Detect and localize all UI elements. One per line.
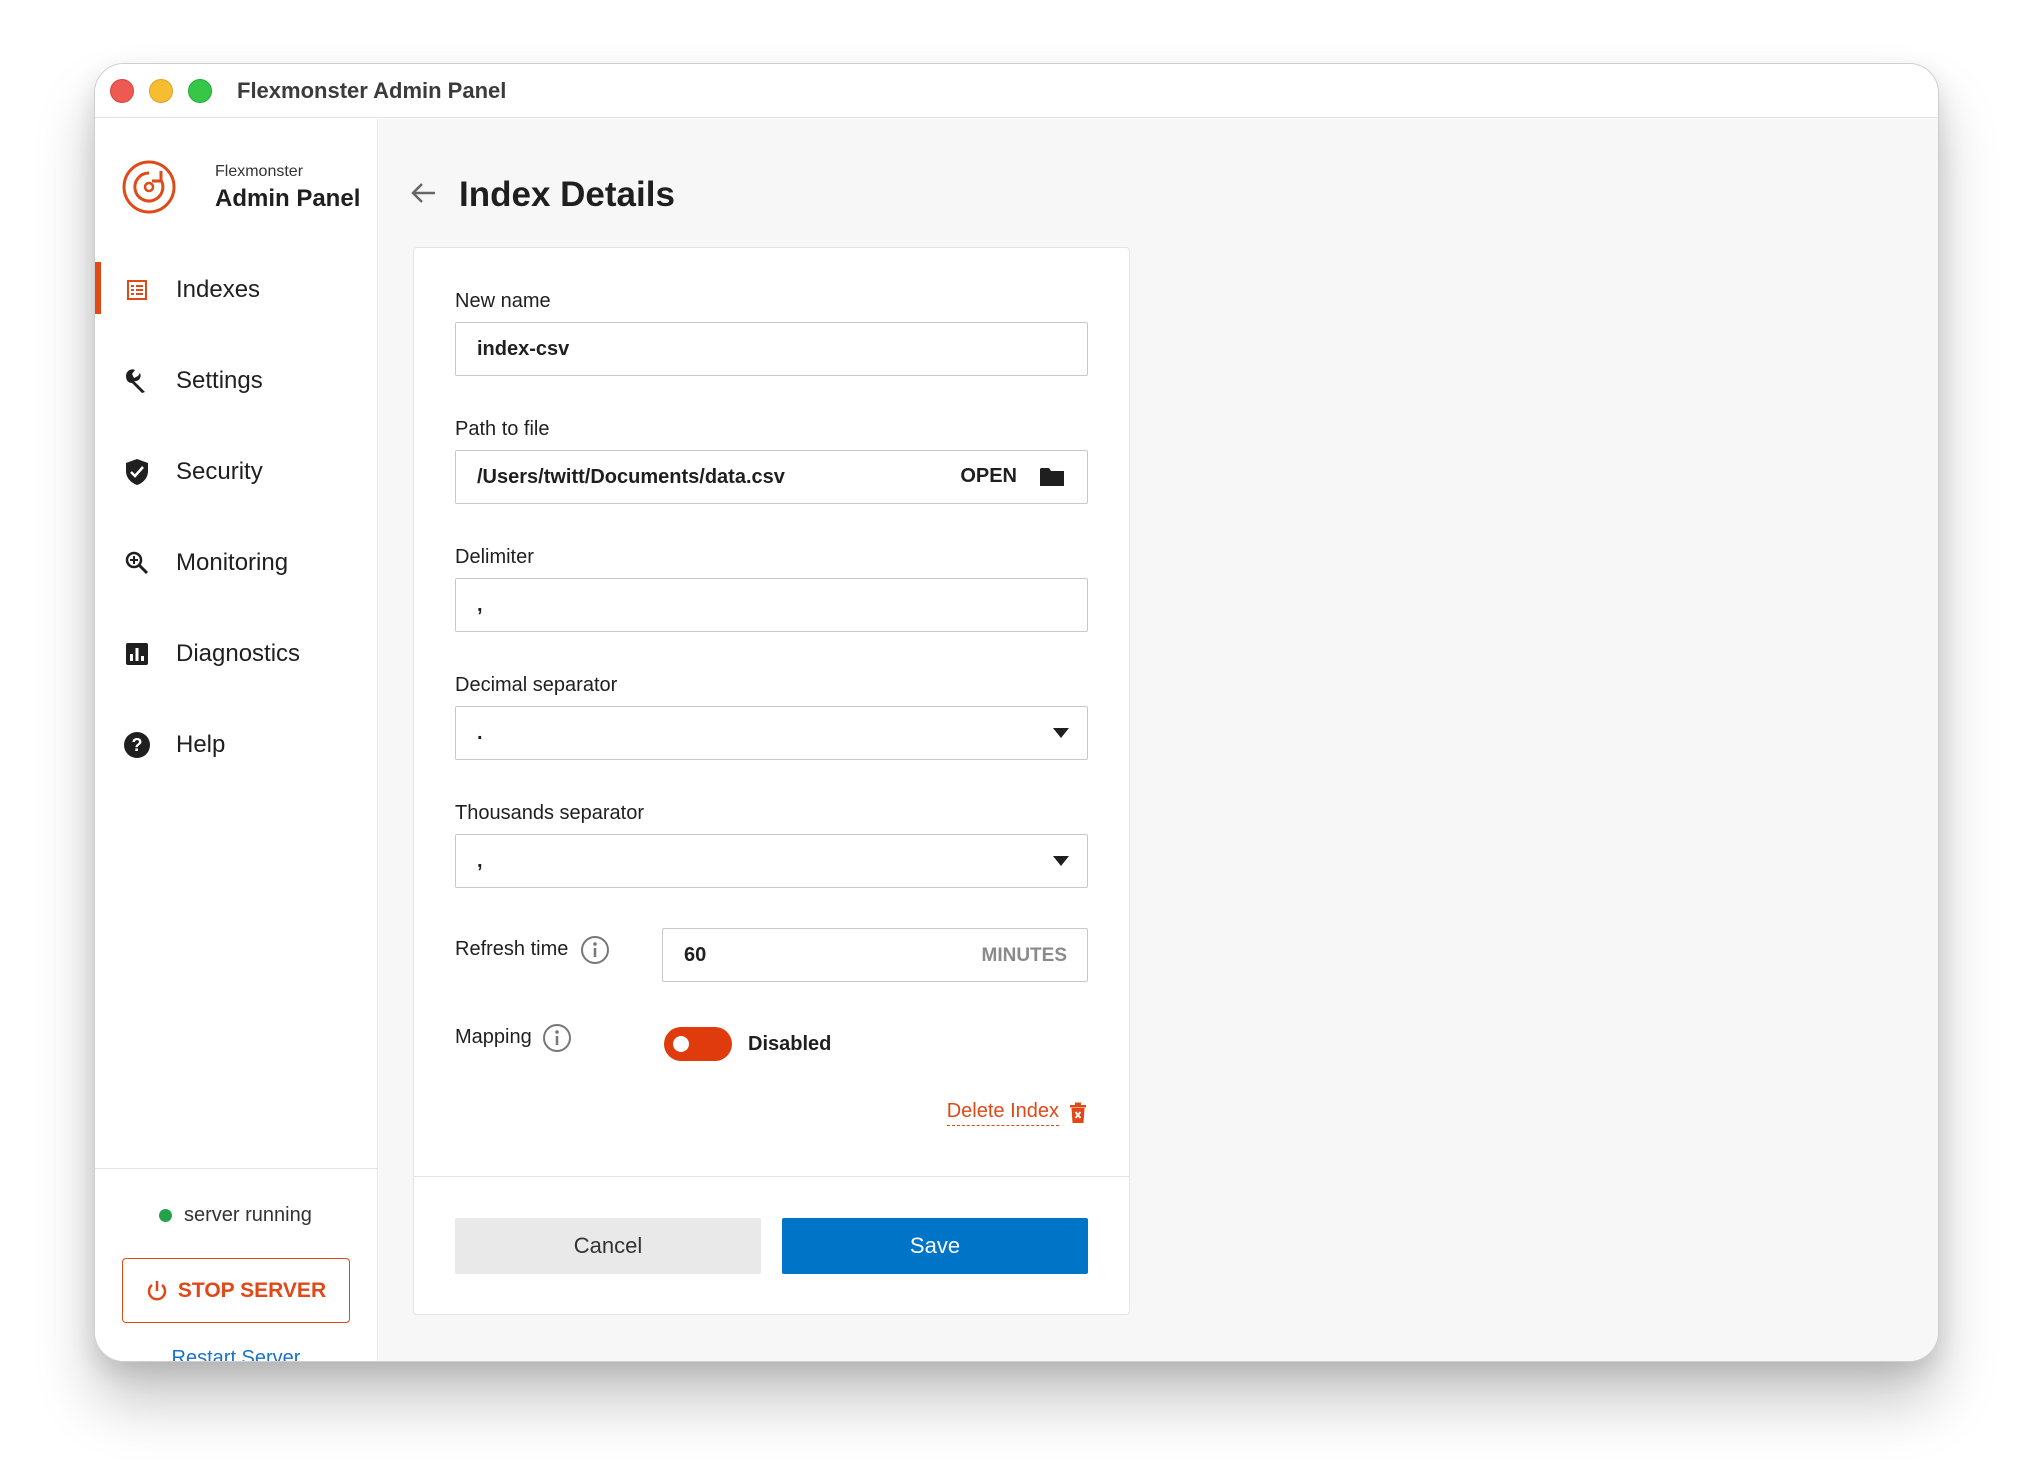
new-name-input[interactable]: index-csv [455,322,1088,376]
open-file-button[interactable]: OPEN [960,465,1065,488]
open-label: OPEN [960,465,1017,487]
sidebar-item-security[interactable]: Security [95,426,377,517]
mapping-label: Mapping [455,1026,532,1048]
sidebar-item-label: Security [176,457,263,485]
info-icon[interactable] [580,935,610,965]
save-button[interactable]: Save [782,1218,1088,1274]
brand-small-label: Flexmonster [215,163,304,180]
cancel-button[interactable]: Cancel [455,1218,761,1274]
mapping-state-label: Disabled [748,1033,832,1055]
server-controls: server running STOP SERVER Restart Serve… [95,1168,377,1361]
restart-server-row: Restart Server [95,1347,377,1361]
shield-icon [123,458,151,486]
server-status-label: server running [184,1204,312,1226]
sidebar-item-diagnostics[interactable]: Diagnostics [95,608,377,699]
flexmonster-logo-icon [122,160,176,214]
refresh-time-input[interactable]: 60 MINUTES [662,928,1088,982]
refresh-time-label: Refresh time [455,938,569,960]
power-icon [147,1280,167,1300]
chevron-down-icon[interactable] [1053,856,1069,866]
app-window: Flexmonster Admin Panel Flexmonster Admi… [94,63,1939,1362]
sidebar-item-label: Help [176,730,226,758]
delimiter-value: , [477,594,483,616]
sidebar-item-label: Diagnostics [176,639,301,667]
new-name-label: New name [455,290,551,312]
sidebar-item-settings[interactable]: Settings [95,335,377,426]
main-content: Index Details New name index-csv Path to… [379,119,1938,1361]
restart-server-link[interactable]: Restart Server [171,1347,301,1361]
svg-text:?: ? [132,735,143,755]
magnify-icon [123,549,151,577]
path-label: Path to file [455,418,550,440]
cancel-label: Cancel [573,1233,643,1258]
sidebar-item-indexes[interactable]: Indexes [95,244,377,335]
maximize-window-button[interactable] [188,79,212,103]
stop-server-label: STOP SERVER [177,1278,327,1302]
new-name-value: index-csv [477,338,570,360]
thousands-separator-label: Thousands separator [455,802,645,824]
bar-chart-icon [123,640,151,668]
close-window-button[interactable] [110,79,134,103]
sidebar-item-monitoring[interactable]: Monitoring [95,517,377,608]
folder-icon [1040,467,1064,486]
delete-index-label: Delete Index [946,1100,1059,1126]
sidebar-item-label: Monitoring [176,548,289,576]
stop-server-button[interactable]: STOP SERVER [122,1258,350,1323]
save-label: Save [909,1233,961,1258]
decimal-separator-select[interactable]: . [455,706,1088,760]
title-bar: Flexmonster Admin Panel [95,64,1938,118]
status-dot-icon [159,1209,172,1222]
wrench-icon [123,367,151,395]
page-title: Index Details [459,175,675,214]
delimiter-label: Delimiter [455,546,534,568]
sidebar: Flexmonster Admin Panel Indexes Settings [95,119,378,1361]
mapping-toggle[interactable] [664,1027,732,1061]
brand-logo: Flexmonster Admin Panel [121,159,361,219]
path-value: /Users/twitt/Documents/data.csv [477,466,785,488]
delimiter-input[interactable]: , [455,578,1088,632]
minimize-window-button[interactable] [149,79,173,103]
sidebar-nav: Indexes Settings Security Monitoring Dia… [95,244,377,790]
refresh-time-unit: MINUTES [981,945,1068,966]
sidebar-item-help[interactable]: ? Help [95,699,377,790]
thousands-separator-select[interactable]: , [455,834,1088,888]
list-icon [123,276,151,304]
sidebar-item-label: Indexes [176,275,261,303]
help-icon: ? [123,731,151,759]
decimal-separator-value: . [477,722,483,744]
chevron-down-icon[interactable] [1053,728,1069,738]
refresh-time-value: 60 [684,944,707,966]
decimal-separator-label: Decimal separator [455,674,618,696]
delete-index-button[interactable]: Delete Index [946,1100,1087,1126]
brand-big-label: Admin Panel [215,185,361,212]
index-details-card: New name index-csv Path to file /Users/t… [413,247,1130,1315]
path-input[interactable]: /Users/twitt/Documents/data.csv OPEN [455,450,1088,504]
back-arrow-icon[interactable] [409,178,439,208]
sidebar-item-label: Settings [176,366,263,394]
trash-icon [1070,1102,1086,1123]
card-divider [414,1176,1129,1177]
server-status: server running [159,1204,312,1227]
toggle-knob [673,1036,689,1052]
thousands-separator-value: , [477,850,483,872]
window-title: Flexmonster Admin Panel [237,78,507,103]
info-icon[interactable] [542,1023,572,1053]
